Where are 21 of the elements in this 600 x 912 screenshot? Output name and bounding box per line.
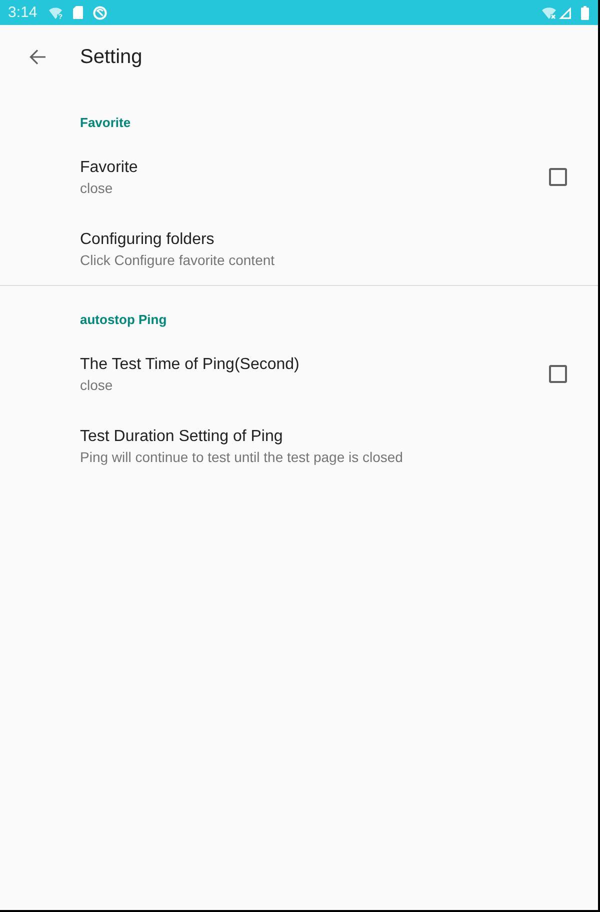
signal-icon xyxy=(559,6,571,18)
checkbox[interactable] xyxy=(549,168,567,186)
status-time: 3:14 xyxy=(8,4,38,22)
setting-summary: Click Configure favorite content xyxy=(80,251,275,269)
setting-summary: Ping will continue to test until the test page is closed xyxy=(80,448,403,466)
setting-title[interactable]: The Test Time of Ping(Second) xyxy=(80,354,300,376)
category-header: Favorite xyxy=(79,114,132,132)
battery-icon xyxy=(581,6,589,20)
checkbox[interactable] xyxy=(549,365,567,383)
setting-title[interactable]: Configuring folders xyxy=(80,229,214,251)
setting-title[interactable]: Test Duration Setting of Ping xyxy=(80,426,283,448)
circle-slash-icon xyxy=(93,6,108,20)
sd-card-icon xyxy=(73,6,84,19)
back-arrow-icon xyxy=(28,49,46,65)
toolbar-title: Setting xyxy=(80,45,142,70)
setting-summary: close xyxy=(80,179,113,197)
category-header: autostop Ping xyxy=(79,311,168,329)
back-button[interactable] xyxy=(28,48,46,66)
wifi-off-icon xyxy=(542,6,557,18)
setting-title[interactable]: Favorite xyxy=(80,157,138,179)
setting-summary: close xyxy=(80,376,113,394)
